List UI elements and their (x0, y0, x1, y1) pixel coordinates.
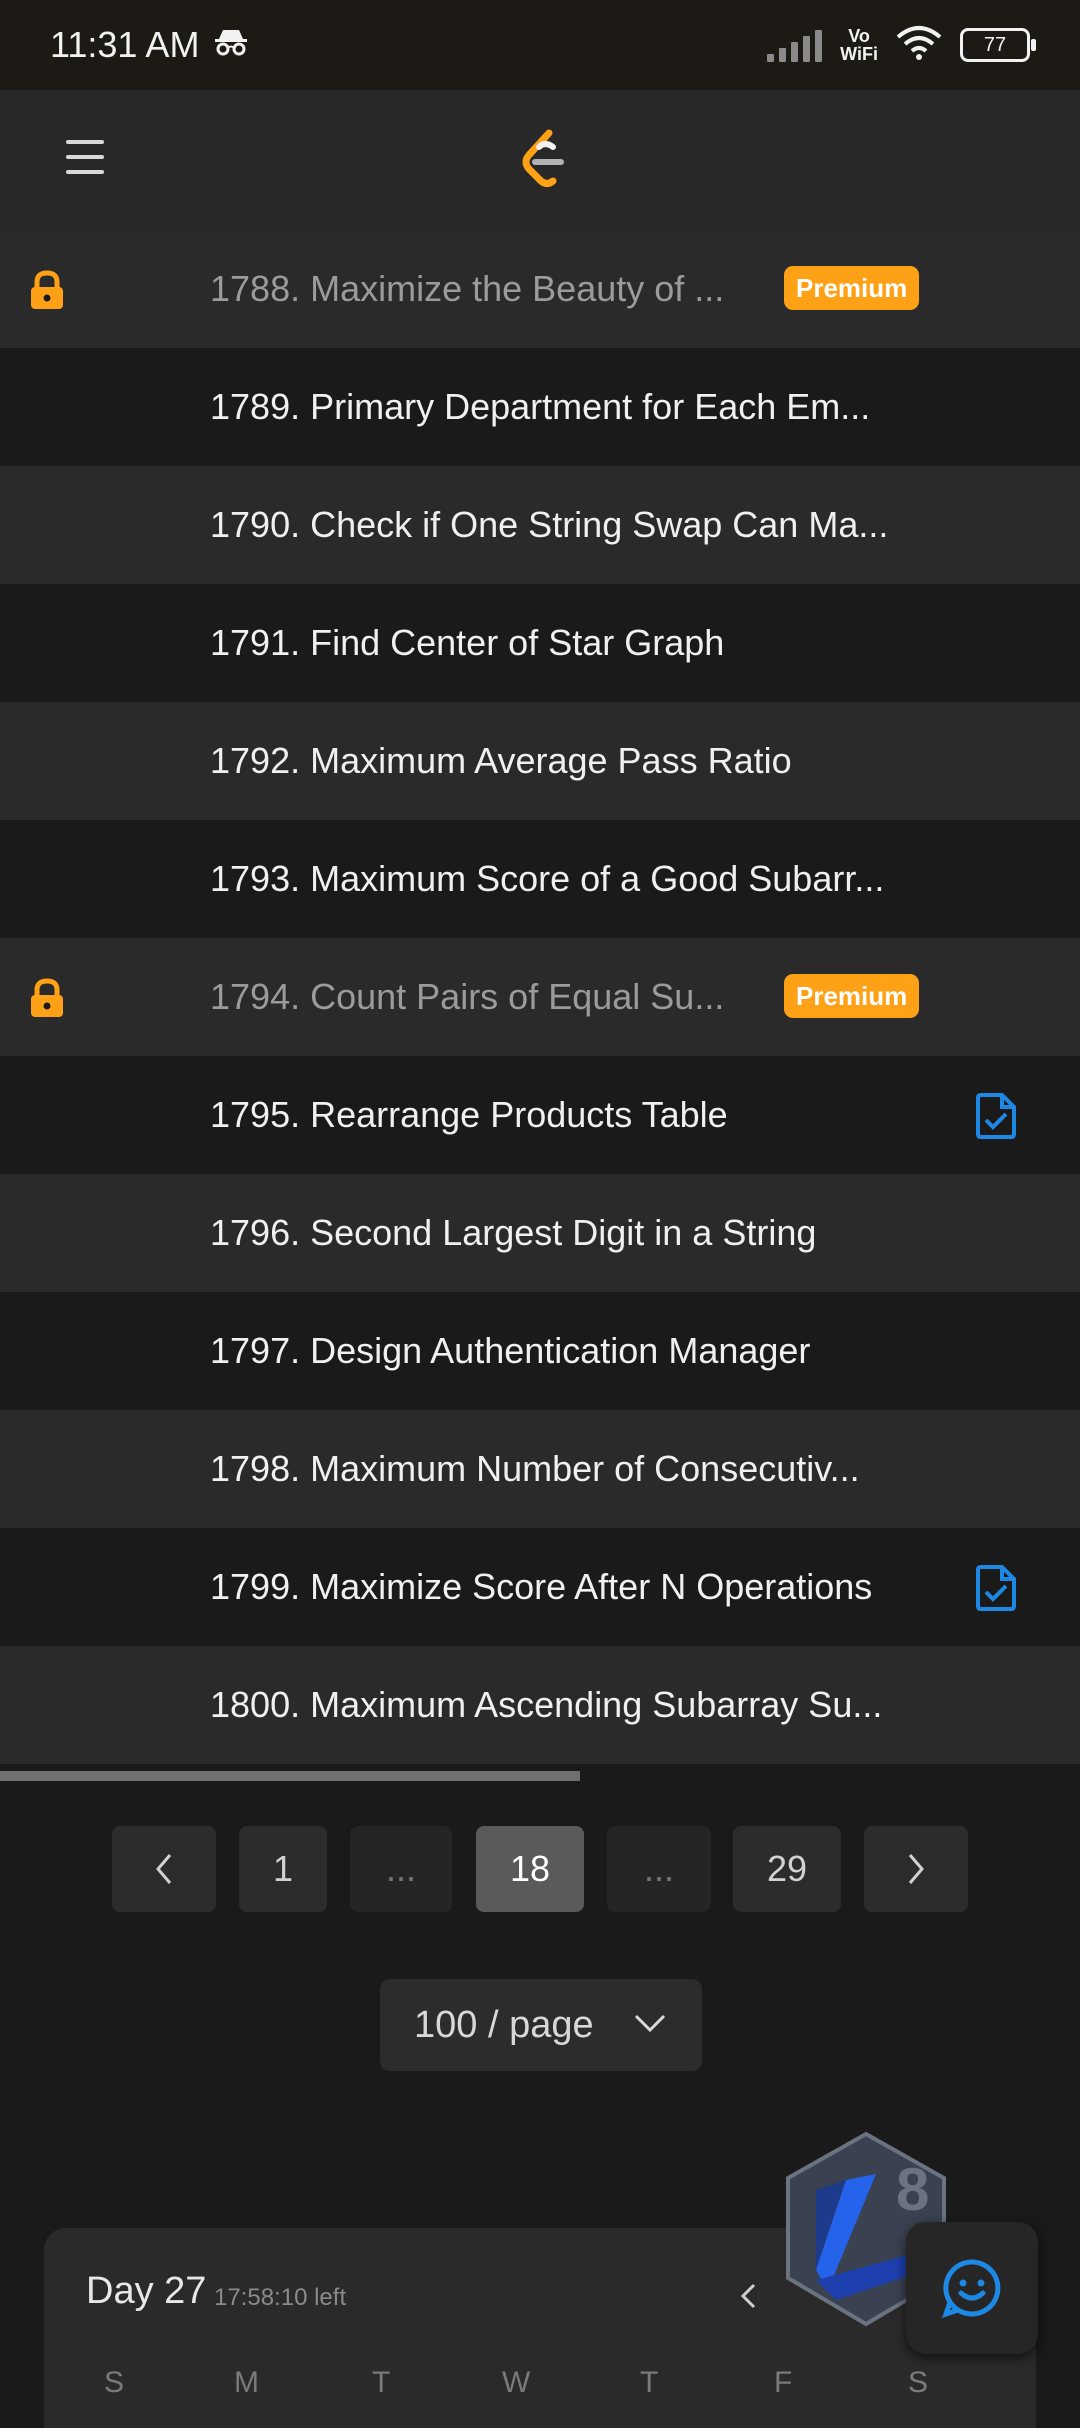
signal-icon (767, 28, 823, 62)
page-button-1[interactable]: 1 (239, 1826, 327, 1912)
weekday-label: F (774, 2366, 793, 2399)
problem-title: 1799. Maximize Score After N Operations (210, 1566, 873, 1607)
list-item[interactable]: 1793. Maximum Score of a Good Subarr... (0, 820, 1080, 938)
problem-title: 1790. Check if One String Swap Can Ma... (210, 504, 889, 545)
battery-icon: 77 (960, 28, 1036, 62)
weekday-label: T (640, 2366, 659, 2399)
chat-smile-icon (942, 2259, 1001, 2318)
problem-title: 1794. Count Pairs of Equal Su... (210, 976, 725, 1017)
status-time: 11:31 AM (50, 24, 200, 65)
problem-title: 1792. Maximum Average Pass Ratio (210, 740, 792, 781)
list-item[interactable]: 1790. Check if One String Swap Can Ma... (0, 466, 1080, 584)
list-item[interactable]: 1791. Find Center of Star Graph (0, 584, 1080, 702)
app-header (0, 90, 1080, 230)
problem-title: 1796. Second Largest Digit in a String (210, 1212, 817, 1253)
lock-icon (28, 270, 66, 310)
leetcode-logo[interactable] (515, 125, 575, 195)
weekday-label: M (234, 2366, 259, 2399)
list-item[interactable]: 1788. Maximize the Beauty of ... Premium (0, 230, 1080, 348)
weekday-label: S (104, 2366, 125, 2399)
weekday-label: T (372, 2366, 391, 2399)
list-item[interactable]: 1799. Maximize Score After N Operations (0, 1528, 1080, 1646)
solution-icon[interactable] (974, 1564, 1018, 1612)
menu-icon[interactable] (66, 140, 104, 178)
problem-title: 1793. Maximum Score of a Good Subarr... (210, 858, 885, 899)
svg-text:8: 8 (896, 2156, 929, 2223)
time-left: 17:58:10 left (214, 2284, 347, 2311)
list-item[interactable]: 1797. Design Authentication Manager (0, 1292, 1080, 1410)
incognito-icon (213, 24, 249, 66)
pagination: 1 ... 18 ... 29 (0, 1826, 1080, 1912)
calendar-prev-icon[interactable] (736, 2282, 760, 2310)
problem-title: 1789. Primary Department for Each Em... (210, 386, 871, 427)
list-item[interactable]: 1800. Maximum Ascending Subarray Su... (0, 1646, 1080, 1764)
page-ellipsis-left[interactable]: ... (350, 1826, 452, 1912)
problem-title: 1798. Maximum Number of Consecutiv... (210, 1448, 860, 1489)
vowifi-icon: Vo WiFi (840, 26, 878, 64)
feedback-button[interactable] (906, 2222, 1038, 2354)
page-size-label: 100 / page (414, 2004, 594, 2046)
prev-page-button[interactable] (112, 1826, 216, 1912)
weekday-label: S (908, 2366, 929, 2399)
list-item[interactable]: 1795. Rearrange Products Table (0, 1056, 1080, 1174)
chevron-down-icon (634, 2014, 666, 2033)
weekday-label: W (502, 2366, 531, 2399)
list-item[interactable]: 1796. Second Largest Digit in a String (0, 1174, 1080, 1292)
page-button-current[interactable]: 18 (476, 1826, 584, 1912)
list-item[interactable]: 1794. Count Pairs of Equal Su... Premium (0, 938, 1080, 1056)
page-size-select[interactable]: 100 / page (380, 1979, 702, 2071)
wifi-icon (896, 25, 942, 66)
page-button-last[interactable]: 29 (733, 1826, 841, 1912)
premium-badge: Premium (784, 974, 920, 1018)
list-item[interactable]: 1792. Maximum Average Pass Ratio (0, 702, 1080, 820)
problem-title: 1788. Maximize the Beauty of ... (210, 268, 725, 309)
solution-icon[interactable] (974, 1092, 1018, 1140)
day-label: Day 27 (86, 2270, 207, 2312)
problem-list: 1788. Maximize the Beauty of ... Premium… (0, 230, 1080, 1764)
page-ellipsis-right[interactable]: ... (607, 1826, 711, 1912)
list-item[interactable]: 1798. Maximum Number of Consecutiv... (0, 1410, 1080, 1528)
status-bar: 11:31 AM Vo WiFi 77 (0, 0, 1080, 90)
list-item[interactable]: 1789. Primary Department for Each Em... (0, 348, 1080, 466)
problem-title: 1795. Rearrange Products Table (210, 1094, 728, 1135)
next-page-button[interactable] (864, 1826, 968, 1912)
problem-title: 1791. Find Center of Star Graph (210, 622, 725, 663)
problem-title: 1800. Maximum Ascending Subarray Su... (210, 1684, 883, 1725)
problem-title: 1797. Design Authentication Manager (210, 1330, 811, 1371)
premium-badge: Premium (784, 266, 920, 310)
lock-icon (28, 978, 66, 1018)
horizontal-scrollbar[interactable] (0, 1771, 580, 1781)
